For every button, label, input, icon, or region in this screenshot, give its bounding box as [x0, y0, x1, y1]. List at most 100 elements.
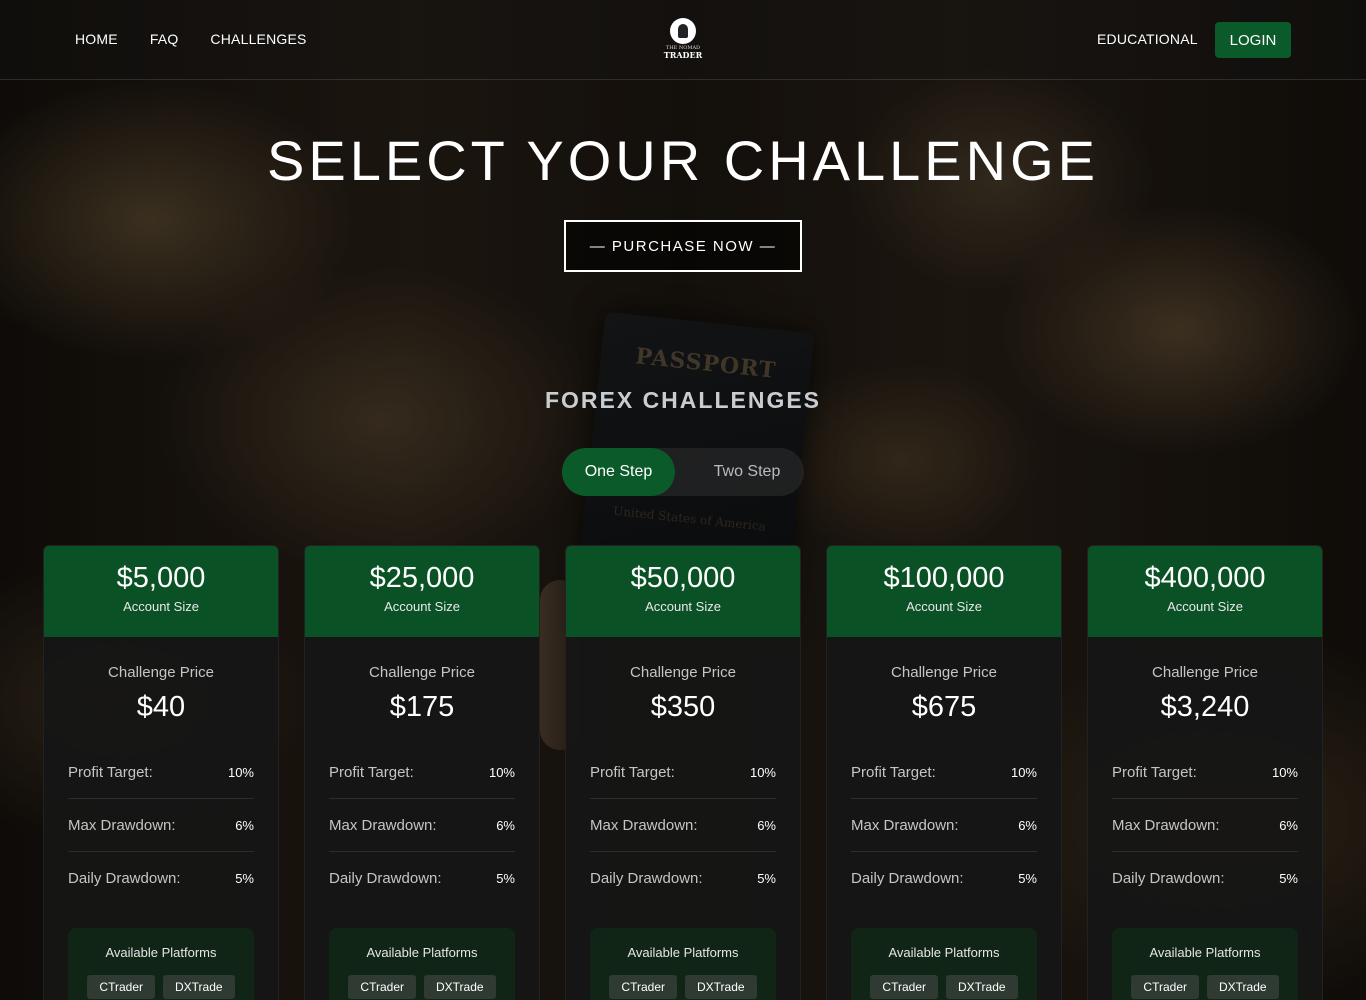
platforms-box: Available Platforms CTrader DXTrade: [590, 928, 776, 1000]
challenge-card[interactable]: $5,000 Account Size Challenge Price $40 …: [43, 545, 279, 1000]
stat-row-daily-drawdown: Daily Drawdown: 5%: [590, 852, 776, 905]
challenge-price-value: $350: [650, 691, 716, 723]
platforms-label: Available Platforms: [1149, 945, 1261, 960]
stat-label: Daily Drawdown:: [851, 870, 964, 887]
stat-value: 6%: [757, 817, 776, 833]
platform-tags: CTrader DXTrade: [329, 975, 515, 999]
platforms-box: Available Platforms CTrader DXTrade: [1112, 928, 1298, 1000]
stat-value: 6%: [496, 817, 515, 833]
nav-educational-link[interactable]: EDUCATIONAL: [1097, 31, 1198, 47]
card-header: $50,000 Account Size: [566, 546, 800, 637]
challenge-card[interactable]: $100,000 Account Size Challenge Price $6…: [826, 545, 1062, 1000]
platform-tag-dxtrade: DXTrade: [163, 975, 235, 999]
logo-emblem-icon: [670, 18, 696, 44]
platform-tag-dxtrade: DXTrade: [424, 975, 496, 999]
platforms-label: Available Platforms: [105, 945, 217, 960]
account-size-value: $100,000: [883, 562, 1005, 594]
stat-value: 10%: [749, 764, 776, 780]
card-header: $400,000 Account Size: [1088, 546, 1322, 637]
stat-row-max-drawdown: Max Drawdown: 6%: [1112, 799, 1298, 852]
account-size-label: Account Size: [123, 599, 199, 614]
platforms-box: Available Platforms CTrader DXTrade: [68, 928, 254, 1000]
platform-tag-dxtrade: DXTrade: [946, 975, 1018, 999]
stat-label: Max Drawdown:: [1112, 816, 1220, 834]
stat-row-max-drawdown: Max Drawdown: 6%: [329, 799, 515, 852]
stat-label: Max Drawdown:: [68, 816, 176, 834]
platforms-label: Available Platforms: [627, 945, 739, 960]
stat-row-daily-drawdown: Daily Drawdown: 5%: [329, 852, 515, 905]
stat-row-max-drawdown: Max Drawdown: 6%: [68, 799, 254, 852]
challenge-price-value: $3,240: [1160, 691, 1250, 723]
card-header: $25,000 Account Size: [305, 546, 539, 637]
toggle-one-step[interactable]: One Step: [562, 448, 675, 496]
stat-value: 6%: [1279, 817, 1298, 833]
stat-label: Profit Target:: [1112, 763, 1197, 781]
challenge-type-toggle: One Step Two Step: [562, 448, 804, 496]
site-logo[interactable]: THE NOMAD TRADER: [662, 18, 704, 62]
stat-row-profit-target: Profit Target: 10%: [851, 746, 1037, 799]
account-size-label: Account Size: [384, 599, 460, 614]
nav-challenges-link[interactable]: CHALLENGES: [210, 31, 306, 47]
stat-row-profit-target: Profit Target: 10%: [590, 746, 776, 799]
stat-value: 10%: [1010, 764, 1037, 780]
stat-value: 6%: [235, 817, 254, 833]
stat-row-daily-drawdown: Daily Drawdown: 5%: [851, 852, 1037, 905]
challenge-price-label: Challenge Price: [108, 664, 214, 681]
challenge-cards: $5,000 Account Size Challenge Price $40 …: [43, 545, 1323, 1000]
section-title: FOREX CHALLENGES: [544, 387, 822, 413]
challenge-card[interactable]: $50,000 Account Size Challenge Price $35…: [565, 545, 801, 1000]
platforms-label: Available Platforms: [888, 945, 1000, 960]
nav-home-link[interactable]: HOME: [75, 31, 118, 47]
platforms-box: Available Platforms CTrader DXTrade: [329, 928, 515, 1000]
stat-value: 5%: [496, 871, 515, 886]
platform-tag-ctrader: CTrader: [1131, 975, 1199, 999]
platform-tag-dxtrade: DXTrade: [1207, 975, 1279, 999]
account-size-value: $25,000: [369, 562, 475, 594]
challenge-price-value: $675: [911, 691, 977, 723]
stat-row-daily-drawdown: Daily Drawdown: 5%: [1112, 852, 1298, 905]
challenge-price-label: Challenge Price: [1152, 664, 1258, 681]
card-stats: Profit Target: 10% Max Drawdown: 6% Dail…: [1112, 746, 1298, 905]
stat-value: 10%: [227, 764, 254, 780]
challenge-card[interactable]: $25,000 Account Size Challenge Price $17…: [304, 545, 540, 1000]
stat-label: Daily Drawdown:: [1112, 870, 1225, 887]
account-size-value: $5,000: [116, 562, 206, 594]
site-header: HOME FAQ CHALLENGES THE NOMAD TRADER EDU…: [0, 0, 1366, 80]
challenge-card[interactable]: $400,000 Account Size Challenge Price $3…: [1087, 545, 1323, 1000]
account-size-label: Account Size: [645, 599, 721, 614]
main-nav: HOME FAQ CHALLENGES: [75, 31, 307, 47]
stat-row-profit-target: Profit Target: 10%: [68, 746, 254, 799]
nav-faq-link[interactable]: FAQ: [150, 31, 179, 47]
challenge-price-label: Challenge Price: [891, 664, 997, 681]
account-size-label: Account Size: [1167, 599, 1243, 614]
stat-label: Daily Drawdown:: [590, 870, 703, 887]
platform-tag-ctrader: CTrader: [609, 975, 677, 999]
platform-tags: CTrader DXTrade: [68, 975, 254, 999]
stat-row-max-drawdown: Max Drawdown: 6%: [590, 799, 776, 852]
stat-value: 5%: [235, 871, 254, 886]
card-header: $100,000 Account Size: [827, 546, 1061, 637]
platform-tag-ctrader: CTrader: [870, 975, 938, 999]
platform-tags: CTrader DXTrade: [590, 975, 776, 999]
stat-label: Daily Drawdown:: [329, 870, 442, 887]
card-stats: Profit Target: 10% Max Drawdown: 6% Dail…: [329, 746, 515, 905]
stat-value: 5%: [1279, 871, 1298, 886]
stat-label: Profit Target:: [68, 763, 153, 781]
stat-label: Max Drawdown:: [851, 816, 959, 834]
stat-row-max-drawdown: Max Drawdown: 6%: [851, 799, 1037, 852]
login-button[interactable]: LOGIN: [1215, 22, 1291, 58]
stat-label: Daily Drawdown:: [68, 870, 181, 887]
stat-row-profit-target: Profit Target: 10%: [329, 746, 515, 799]
stat-value: 10%: [1271, 764, 1298, 780]
platform-tag-dxtrade: DXTrade: [685, 975, 757, 999]
stat-label: Profit Target:: [590, 763, 675, 781]
stat-label: Max Drawdown:: [590, 816, 698, 834]
card-stats: Profit Target: 10% Max Drawdown: 6% Dail…: [590, 746, 776, 905]
purchase-now-button[interactable]: — PURCHASE NOW —: [564, 220, 802, 272]
stat-label: Profit Target:: [329, 763, 414, 781]
platform-tag-ctrader: CTrader: [348, 975, 416, 999]
stat-row-profit-target: Profit Target: 10%: [1112, 746, 1298, 799]
toggle-two-step[interactable]: Two Step: [690, 448, 804, 496]
card-header: $5,000 Account Size: [44, 546, 278, 637]
challenge-price-value: $40: [136, 691, 186, 723]
